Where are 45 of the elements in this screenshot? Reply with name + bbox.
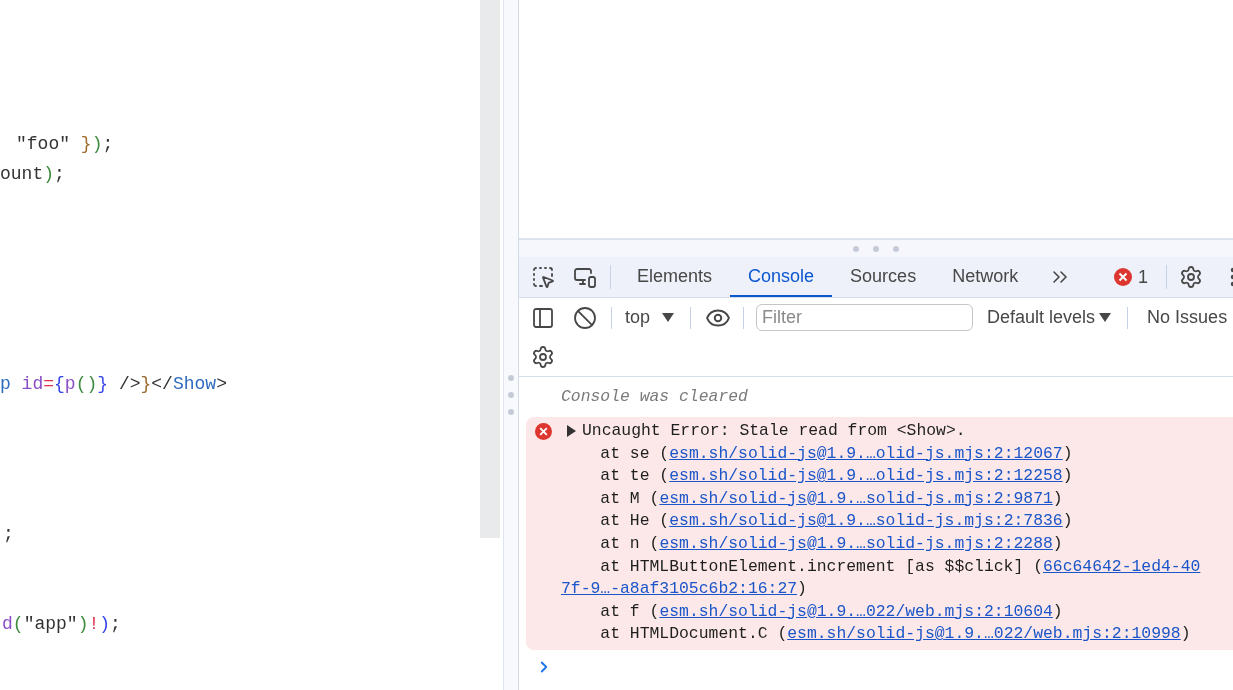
source-link[interactable]: esm.sh/solid-js@1.9.…olid-js.mjs:2:12258	[669, 466, 1063, 486]
code-line: ;	[2, 523, 14, 546]
source-link[interactable]: esm.sh/solid-js@1.9.…olid-js.mjs:2:12067	[669, 443, 1063, 463]
error-message: Uncaught Error: Stale read from <Show>.	[582, 420, 966, 442]
stack-frame: at HTMLDocument.C (esm.sh/solid-js@1.9.…022/web.mjs:2:10998)	[561, 623, 1215, 646]
devtools-tab[interactable]: Elements	[619, 257, 731, 297]
source-link[interactable]: esm.sh/solid-js@1.9.…solid-js.mjs:2:7836	[669, 511, 1063, 531]
stack-frame: at n (esm.sh/solid-js@1.9.…solid-js.mjs:2:2288)	[561, 532, 1215, 556]
code-line: ount);	[0, 163, 65, 186]
issues-status[interactable]: No Issues	[1147, 304, 1228, 331]
error-count-badge[interactable]: 1	[1108, 257, 1154, 297]
stack-frame: at se (esm.sh/solid-js@1.9.…olid-js.mjs:2:12067)	[561, 442, 1215, 466]
resize-handle-icon[interactable]	[853, 245, 899, 252]
source-link[interactable]: esm.sh/solid-js@1.9.…022/web.mjs:2:10998	[787, 624, 1181, 644]
inspect-element-icon[interactable]	[531, 265, 555, 289]
caret-icon	[662, 312, 675, 323]
sidebar-toggle-icon[interactable]	[531, 305, 555, 330]
source-link[interactable]: esm.sh/solid-js@1.9.…solid-js.mjs:2:9871	[659, 488, 1053, 508]
filter-field[interactable]: Filter	[756, 304, 974, 331]
stack-frame: at te (esm.sh/solid-js@1.9.…olid-js.mjs:2:12258)	[561, 465, 1215, 488]
resize-handle-icon[interactable]	[508, 375, 514, 415]
console-settings-icon[interactable]	[531, 344, 555, 369]
source-link[interactable]: 7f-9…-a8af3105c6b2:16:27	[561, 579, 798, 599]
source-link[interactable]: 66c64642-1ed4-40	[1042, 556, 1201, 576]
devtools-tab[interactable]: Sources	[832, 257, 935, 297]
source-link[interactable]: esm.sh/solid-js@1.9.…022/web.mjs:2:10604	[659, 601, 1053, 621]
device-toolbar-icon[interactable]	[573, 265, 597, 289]
context-dropdown[interactable]: top	[625, 304, 685, 331]
log-levels-dropdown[interactable]: Default levels	[987, 304, 1112, 331]
error-icon	[1114, 268, 1132, 286]
devtools-tab[interactable]: Network	[934, 257, 1037, 297]
clear-console-icon[interactable]	[573, 305, 597, 330]
source-link[interactable]: esm.sh/solid-js@1.9.…solid-js.mjs:2:2288	[659, 533, 1053, 553]
settings-icon[interactable]	[1179, 265, 1203, 289]
code-line: "foo" });	[15, 133, 114, 156]
stack-frame: at f (esm.sh/solid-js@1.9.…022/web.mjs:2:10604)	[561, 600, 1215, 624]
stack-frame: at He (esm.sh/solid-js@1.9.…solid-js.mjs:2:7836)	[561, 510, 1215, 533]
caret-icon	[1099, 312, 1112, 323]
code-line: p id={p()} />}</Show>	[0, 373, 227, 396]
code-line: d("app")!);	[1, 613, 121, 636]
error-icon	[535, 423, 552, 440]
stack-frame: at M (esm.sh/solid-js@1.9.…solid-js.mjs:2:9871)	[561, 487, 1215, 511]
stack-frame: at HTMLButtonElement.increment [as $$click] (66c64642-1ed4-40 7f-9…-a8af3105c6b2:16:27)	[561, 555, 1215, 601]
expand-arrow-icon[interactable]	[567, 425, 577, 438]
console-message: Console was cleared	[561, 385, 748, 408]
